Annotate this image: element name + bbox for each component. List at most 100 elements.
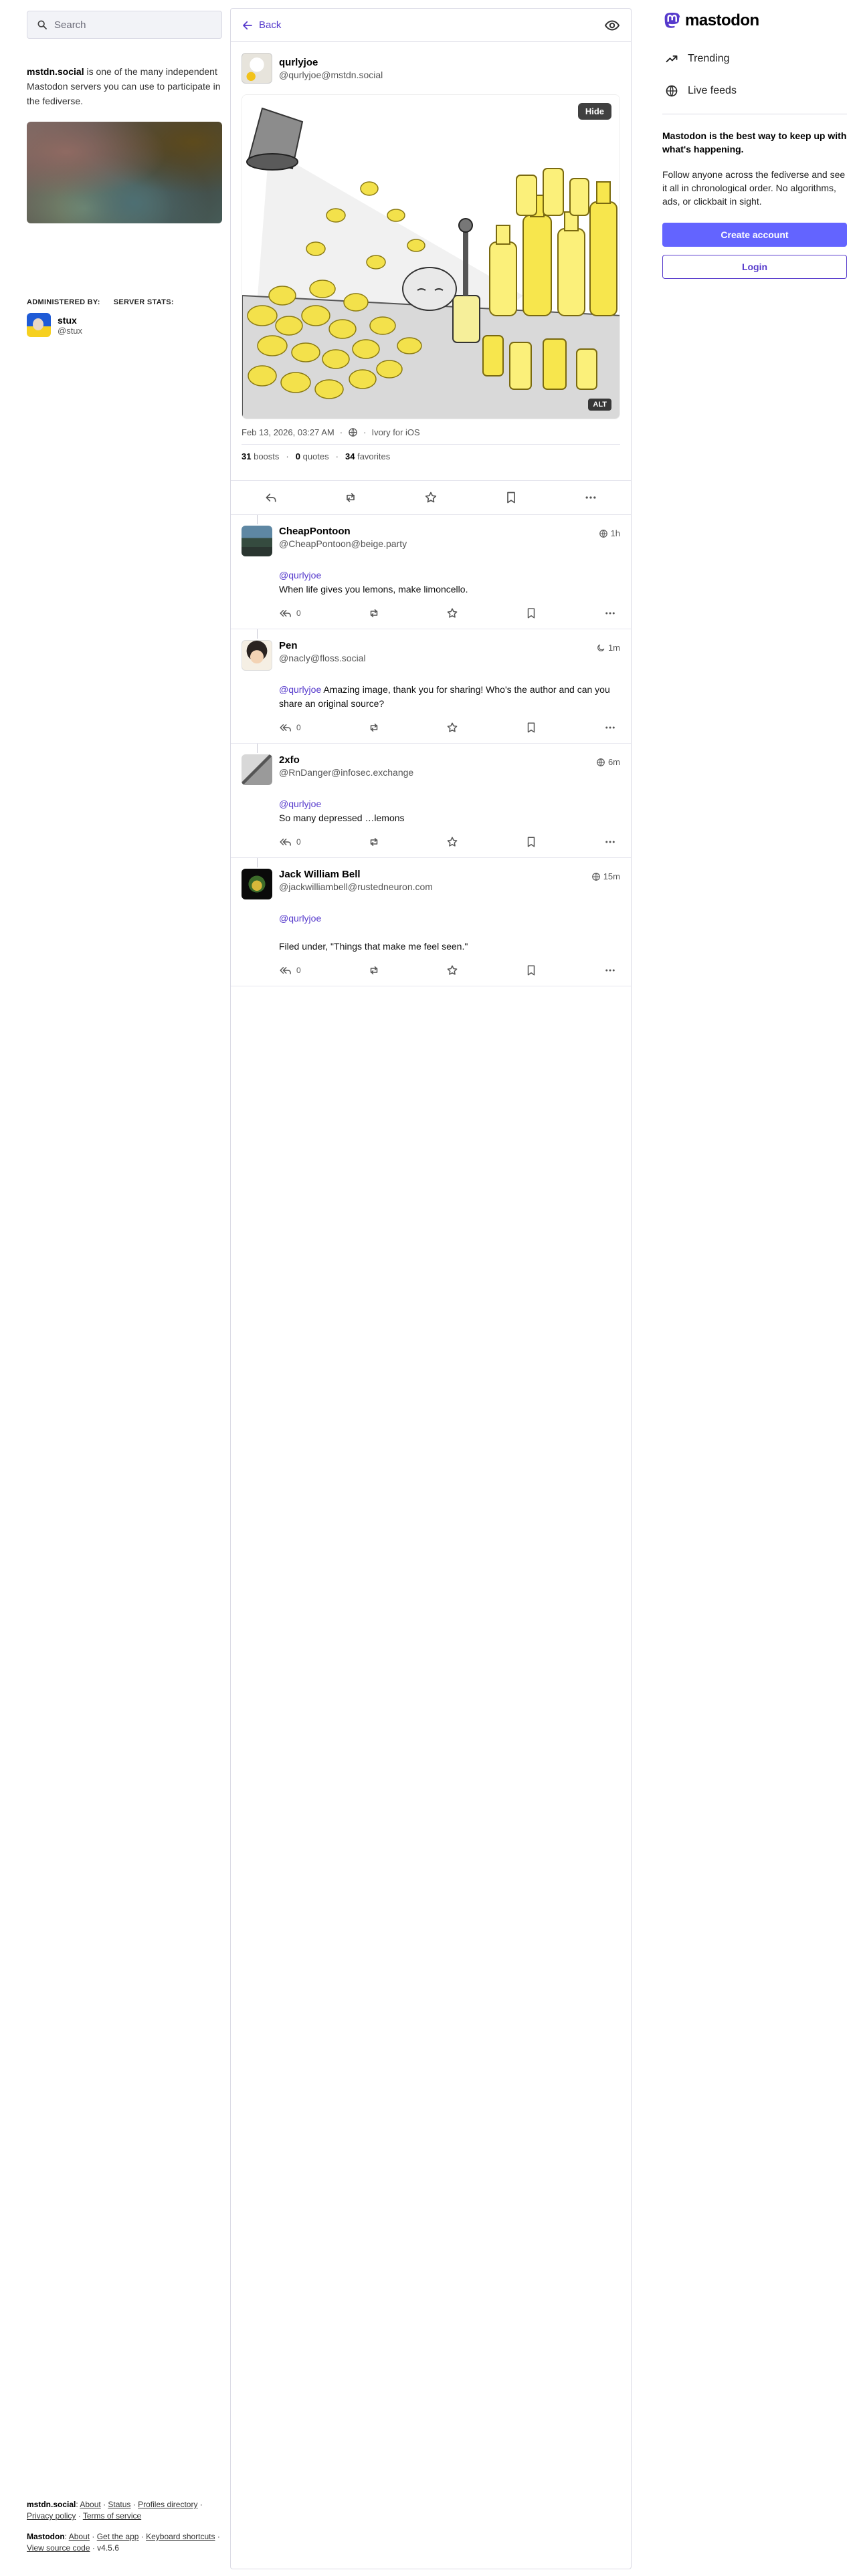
favorites-count[interactable]: 34 favorites bbox=[345, 451, 390, 461]
avatar[interactable] bbox=[242, 640, 272, 671]
mastodon-logo[interactable]: mastodon bbox=[662, 9, 847, 32]
account-handle: @jackwilliambell@rustedneuron.com bbox=[279, 881, 433, 892]
more-icon[interactable] bbox=[604, 964, 616, 976]
reply-content: @qurlyjoe When life gives you lemons, ma… bbox=[279, 568, 620, 597]
reply-all-button[interactable]: 0 bbox=[279, 836, 301, 848]
reply-status[interactable]: CheapPontoon @CheapPontoon@beige.party 1… bbox=[231, 515, 631, 629]
admin-handle: @stux bbox=[58, 325, 83, 336]
display-name: qurlyjoe bbox=[279, 56, 318, 68]
server-footer-links: mstdn.social: About · Status · Profiles … bbox=[27, 2500, 203, 2520]
star-icon[interactable] bbox=[446, 836, 458, 848]
footer-link-status[interactable]: Status bbox=[108, 2500, 130, 2509]
reply-action-bar: 0 bbox=[279, 836, 616, 848]
mention-link[interactable]: @qurlyjoe bbox=[279, 911, 620, 926]
reply-status[interactable]: Jack William Bell @jackwilliambell@ruste… bbox=[231, 858, 631, 986]
footer-link-profiles-directory[interactable]: Profiles directory bbox=[138, 2500, 197, 2509]
reply-action-bar: 0 bbox=[279, 607, 616, 619]
footer-link-privacy-policy[interactable]: Privacy policy bbox=[27, 2511, 76, 2520]
footer-link-terms[interactable]: Terms of service bbox=[83, 2511, 141, 2520]
boost-icon[interactable] bbox=[368, 964, 380, 976]
star-icon[interactable] bbox=[446, 607, 458, 619]
boost-icon[interactable] bbox=[368, 607, 380, 619]
footer-link-mastodon-about[interactable]: About bbox=[69, 2532, 90, 2541]
create-account-button[interactable]: Create account bbox=[662, 223, 847, 247]
boost-icon[interactable] bbox=[344, 491, 357, 504]
more-icon[interactable] bbox=[604, 722, 616, 734]
mastodon-footer-links: Mastodon: About · Get the app · Keyboard… bbox=[27, 2532, 220, 2553]
quotes-count[interactable]: 0 quotes bbox=[296, 451, 329, 461]
mastodon-icon bbox=[664, 13, 680, 28]
pitch-headline: Mastodon is the best way to keep up with… bbox=[662, 130, 847, 154]
nav-item-trending[interactable]: Trending bbox=[662, 43, 847, 75]
status-author[interactable]: qurlyjoe @qurlyjoe@mstdn.social bbox=[242, 53, 620, 84]
reply-time[interactable]: 6m bbox=[596, 757, 620, 767]
reply-all-icon bbox=[280, 838, 291, 846]
footer-link-get-app[interactable]: Get the app bbox=[97, 2532, 139, 2541]
status-timestamp[interactable]: Feb 13, 2026, 03:27 AM bbox=[242, 427, 335, 437]
avatar[interactable] bbox=[242, 526, 272, 556]
display-name[interactable]: Jack William Bell bbox=[279, 869, 585, 880]
avatar[interactable] bbox=[242, 869, 272, 899]
account-handle: @qurlyjoe@mstdn.social bbox=[279, 69, 383, 80]
left-sidebar: Search mstdn.social is one of the many i… bbox=[27, 11, 222, 337]
reply-text: When life gives you lemons, make limonce… bbox=[279, 584, 468, 595]
more-icon[interactable] bbox=[604, 607, 616, 619]
footer-link-about[interactable]: About bbox=[80, 2500, 100, 2509]
administered-by-label: ADMINISTERED BY: bbox=[27, 298, 100, 306]
star-icon[interactable] bbox=[446, 722, 458, 734]
reply-all-button[interactable]: 0 bbox=[279, 964, 301, 976]
reply-all-icon bbox=[280, 966, 291, 974]
reply-status[interactable]: Pen @nacly@floss.social 1m @qurlyjoe Ama… bbox=[231, 629, 631, 744]
footer-link-keyboard-shortcuts[interactable]: Keyboard shortcuts bbox=[146, 2532, 215, 2541]
display-name[interactable]: Pen bbox=[279, 640, 589, 651]
brand-name: mastodon bbox=[685, 11, 759, 29]
footer-link-source-code[interactable]: View source code bbox=[27, 2543, 90, 2553]
status-meta: Feb 13, 2026, 03:27 AM · · Ivory for iOS bbox=[242, 427, 620, 445]
reply-time[interactable]: 15m bbox=[591, 871, 620, 881]
avatar[interactable] bbox=[242, 754, 272, 785]
reply-status[interactable]: 2xfo @RnDanger@infosec.exchange 6m @qurl… bbox=[231, 744, 631, 858]
mention-link[interactable]: @qurlyjoe bbox=[279, 568, 620, 582]
eye-icon[interactable] bbox=[604, 17, 620, 33]
admin-account[interactable]: stux @stux bbox=[27, 313, 222, 337]
media-attachment[interactable]: Hide ALT bbox=[242, 94, 620, 419]
reply-time[interactable]: 1m bbox=[596, 643, 620, 653]
mention-link[interactable]: @qurlyjoe bbox=[279, 797, 620, 811]
reply-icon[interactable] bbox=[264, 491, 278, 504]
reply-action-bar: 0 bbox=[279, 964, 616, 976]
nav-item-live-feeds[interactable]: Live feeds bbox=[662, 75, 847, 107]
display-name[interactable]: CheapPontoon bbox=[279, 526, 592, 537]
reply-all-button[interactable]: 0 bbox=[279, 607, 301, 619]
footer: mstdn.social: About · Status · Profiles … bbox=[27, 2499, 227, 2554]
globe-icon bbox=[348, 427, 358, 437]
nav-label: Trending bbox=[688, 53, 730, 64]
login-button[interactable]: Login bbox=[662, 255, 847, 279]
boost-icon[interactable] bbox=[368, 722, 380, 734]
more-icon[interactable] bbox=[604, 836, 616, 848]
reply-all-button[interactable]: 0 bbox=[279, 722, 301, 734]
search-input[interactable]: Search bbox=[27, 11, 222, 39]
star-icon[interactable] bbox=[446, 964, 458, 976]
avatar bbox=[242, 53, 272, 84]
status-client: Ivory for iOS bbox=[371, 427, 420, 437]
alt-text-badge[interactable]: ALT bbox=[588, 399, 611, 411]
more-icon[interactable] bbox=[584, 491, 597, 504]
hide-media-button[interactable]: Hide bbox=[577, 103, 611, 120]
server-info-labels: ADMINISTERED BY: SERVER STATS: bbox=[27, 298, 222, 306]
bookmark-icon[interactable] bbox=[525, 722, 537, 734]
account-handle: @CheapPontoon@beige.party bbox=[279, 538, 407, 549]
boosts-count[interactable]: 31 boosts bbox=[242, 451, 279, 461]
server-stats-label: SERVER STATS: bbox=[113, 298, 174, 306]
bookmark-icon[interactable] bbox=[504, 491, 518, 504]
display-name[interactable]: 2xfo bbox=[279, 754, 589, 766]
server-name: mstdn.social bbox=[27, 66, 84, 77]
boost-icon[interactable] bbox=[368, 836, 380, 848]
star-icon[interactable] bbox=[424, 491, 438, 504]
mention-link[interactable]: @qurlyjoe bbox=[279, 684, 321, 695]
bookmark-icon[interactable] bbox=[525, 964, 537, 976]
back-button[interactable]: Back bbox=[242, 19, 281, 31]
bookmark-icon[interactable] bbox=[525, 607, 537, 619]
reply-time[interactable]: 1h bbox=[599, 528, 620, 538]
bookmark-icon[interactable] bbox=[525, 836, 537, 848]
moon-icon bbox=[597, 644, 605, 651]
